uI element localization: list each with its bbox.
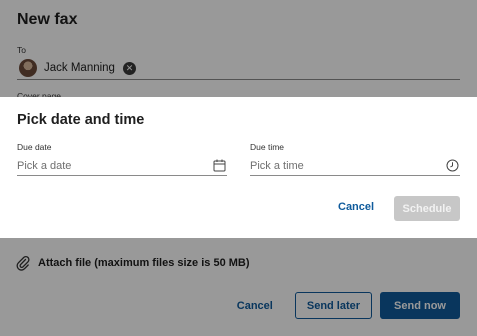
dialog-cancel-button[interactable]: Cancel <box>338 201 374 213</box>
due-date-input[interactable] <box>17 156 213 175</box>
pick-date-time-dialog: Pick date and time Due date Due time Can… <box>0 97 477 238</box>
calendar-icon[interactable] <box>213 159 226 172</box>
due-date-label: Due date <box>17 142 52 152</box>
due-time-input[interactable] <box>250 156 446 175</box>
clock-icon[interactable] <box>446 159 459 172</box>
due-date-field: Due date <box>17 142 227 179</box>
schedule-button[interactable]: Schedule <box>394 196 460 221</box>
due-time-input-wrap <box>250 156 460 176</box>
due-time-label: Due time <box>250 142 285 152</box>
dialog-title: Pick date and time <box>17 112 145 128</box>
due-time-field: Due time <box>250 142 460 179</box>
due-date-input-wrap <box>17 156 227 176</box>
